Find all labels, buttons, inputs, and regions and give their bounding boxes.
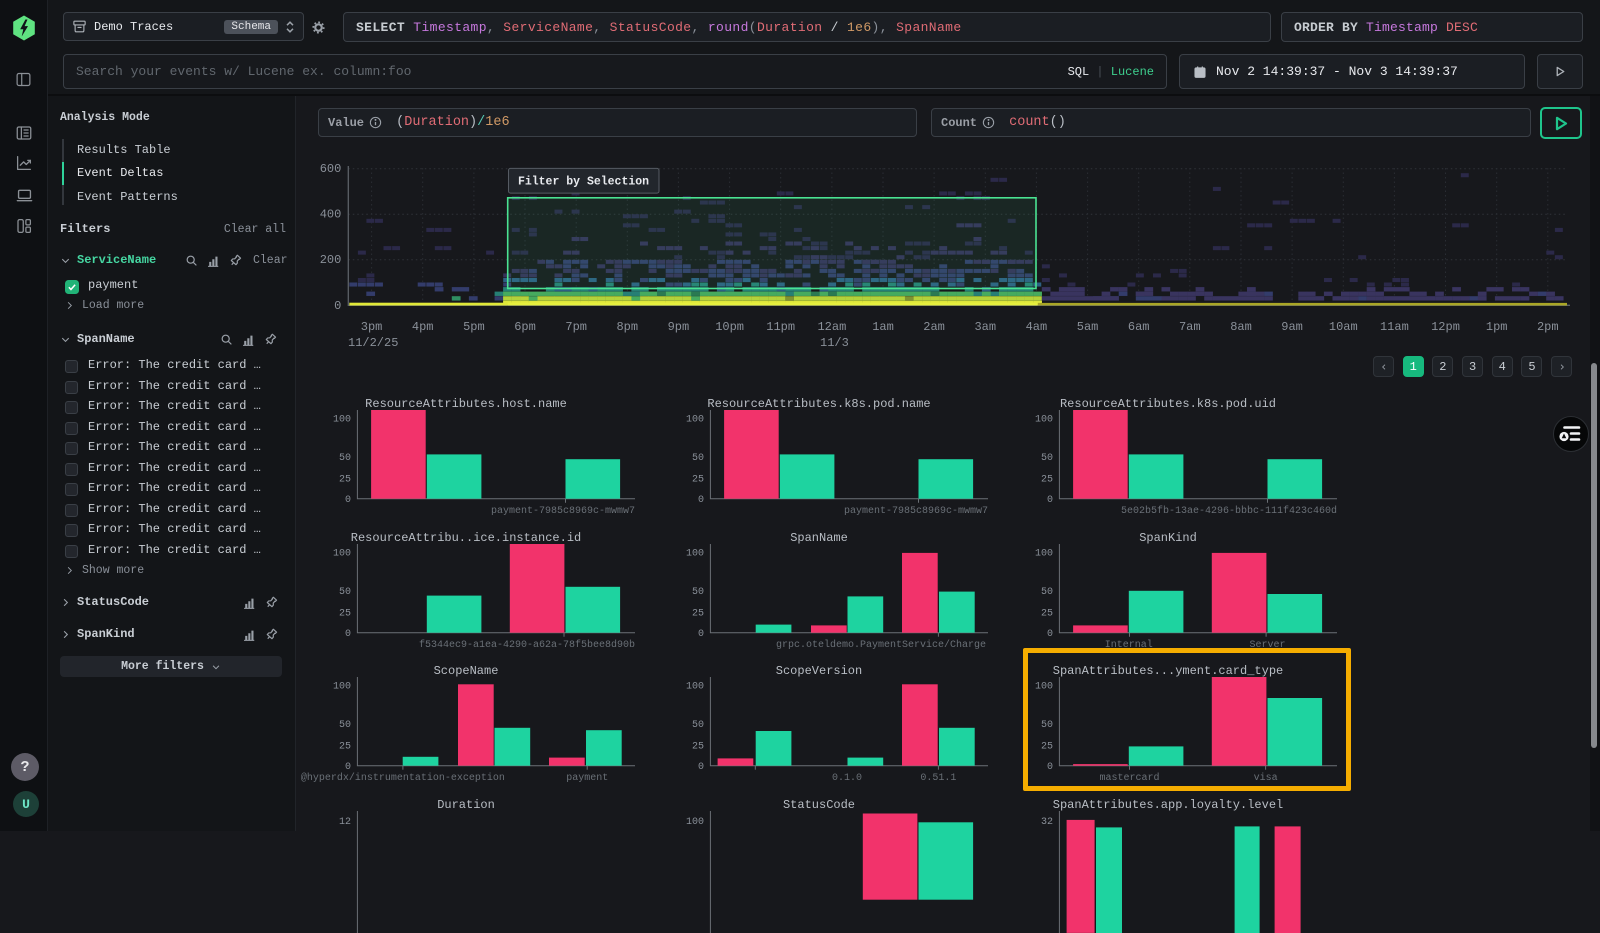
svg-text:8am: 8am xyxy=(1230,320,1252,334)
svg-text:12: 12 xyxy=(339,817,351,828)
svg-text:2pm: 2pm xyxy=(1537,320,1559,334)
svg-text:100: 100 xyxy=(686,682,704,693)
svg-text:11/2/25: 11/2/25 xyxy=(348,336,398,350)
svg-text:5am: 5am xyxy=(1077,320,1099,334)
svg-text:3pm: 3pm xyxy=(361,320,383,334)
svg-text:0: 0 xyxy=(345,763,351,774)
svg-text:ResourceAttributes.k8s.pod.nam: ResourceAttributes.k8s.pod.name xyxy=(707,397,930,411)
svg-text:ScopeName: ScopeName xyxy=(434,664,499,678)
svg-text:100: 100 xyxy=(333,682,351,693)
svg-text:payment-7985c8969c-mwmw7: payment-7985c8969c-mwmw7 xyxy=(844,506,988,517)
svg-text:5pm: 5pm xyxy=(463,320,485,334)
svg-text:11pm: 11pm xyxy=(766,320,795,334)
svg-text:4am: 4am xyxy=(1026,320,1048,334)
svg-text:0: 0 xyxy=(1047,495,1053,506)
svg-text:0: 0 xyxy=(698,763,704,774)
svg-text:0: 0 xyxy=(345,495,351,506)
svg-text:400: 400 xyxy=(320,208,342,222)
svg-text:7pm: 7pm xyxy=(565,320,587,334)
svg-text:12am: 12am xyxy=(817,320,846,334)
svg-text:6pm: 6pm xyxy=(514,320,536,334)
svg-text:25: 25 xyxy=(339,608,351,619)
svg-text:50: 50 xyxy=(692,720,704,731)
svg-text:9am: 9am xyxy=(1281,320,1303,334)
svg-text:50: 50 xyxy=(692,587,704,598)
svg-text:8pm: 8pm xyxy=(616,320,638,334)
svg-text:Filter by Selection: Filter by Selection xyxy=(518,176,649,189)
svg-text:12pm: 12pm xyxy=(1431,320,1460,334)
svg-text:0: 0 xyxy=(345,629,351,640)
svg-text:25: 25 xyxy=(692,742,704,753)
svg-text:1pm: 1pm xyxy=(1486,320,1508,334)
svg-text:payment-7985c8969c-mwmw7: payment-7985c8969c-mwmw7 xyxy=(491,506,635,517)
svg-text:Duration: Duration xyxy=(437,798,495,812)
svg-text:ScopeVersion: ScopeVersion xyxy=(776,664,862,678)
svg-text:10pm: 10pm xyxy=(715,320,744,334)
svg-text:SpanKind: SpanKind xyxy=(1140,531,1198,545)
svg-text:SpanAttributes.app.loyalty.lev: SpanAttributes.app.loyalty.level xyxy=(1053,798,1283,812)
svg-text:0: 0 xyxy=(698,495,704,506)
svg-text:50: 50 xyxy=(692,453,704,464)
svg-text:11am: 11am xyxy=(1380,320,1409,334)
svg-text:50: 50 xyxy=(1041,587,1053,598)
svg-text:7am: 7am xyxy=(1179,320,1201,334)
svg-text:32: 32 xyxy=(1041,817,1053,828)
svg-text:9pm: 9pm xyxy=(668,320,690,334)
svg-text:@hyperdx/instrumentation-excep: @hyperdx/instrumentation-exception xyxy=(301,772,505,784)
svg-text:100: 100 xyxy=(686,817,704,828)
svg-text:11/3: 11/3 xyxy=(820,336,849,350)
svg-text:100: 100 xyxy=(1035,548,1053,559)
svg-text:StatusCode: StatusCode xyxy=(783,798,855,812)
svg-text:3am: 3am xyxy=(974,320,996,334)
svg-text:ResourceAttributes.k8s.pod.uid: ResourceAttributes.k8s.pod.uid xyxy=(1060,397,1276,411)
svg-text:100: 100 xyxy=(333,548,351,559)
svg-text:6am: 6am xyxy=(1128,320,1150,334)
svg-text:0: 0 xyxy=(334,299,341,313)
svg-text:25: 25 xyxy=(692,608,704,619)
svg-text:0: 0 xyxy=(1047,629,1053,640)
svg-text:25: 25 xyxy=(692,474,704,485)
svg-text:50: 50 xyxy=(339,453,351,464)
svg-text:50: 50 xyxy=(339,720,351,731)
svg-text:100: 100 xyxy=(686,548,704,559)
svg-text:50: 50 xyxy=(1041,453,1053,464)
svg-text:0.51.1: 0.51.1 xyxy=(920,773,956,784)
svg-text:5e02b5fb-13ae-4296-bbbc-111f42: 5e02b5fb-13ae-4296-bbbc-111f423c460d xyxy=(1121,505,1337,517)
svg-text:SpanName: SpanName xyxy=(790,531,848,545)
svg-text:25: 25 xyxy=(1041,608,1053,619)
svg-text:payment: payment xyxy=(566,773,608,784)
svg-text:0.1.0: 0.1.0 xyxy=(832,773,862,784)
svg-text:50: 50 xyxy=(339,587,351,598)
svg-text:100: 100 xyxy=(686,415,704,426)
svg-text:10am: 10am xyxy=(1329,320,1358,334)
svg-text:2am: 2am xyxy=(923,320,945,334)
svg-text:ResourceAttribu..ice.instance.: ResourceAttribu..ice.instance.id xyxy=(351,531,581,545)
svg-text:0: 0 xyxy=(698,629,704,640)
svg-text:600: 600 xyxy=(320,162,342,176)
svg-text:25: 25 xyxy=(339,474,351,485)
svg-text:200: 200 xyxy=(320,253,342,267)
svg-text:25: 25 xyxy=(339,742,351,753)
svg-text:1am: 1am xyxy=(872,320,894,334)
svg-text:100: 100 xyxy=(1035,415,1053,426)
svg-text:f5344ec9-a1ea-4290-a62a-78f5be: f5344ec9-a1ea-4290-a62a-78f5bee8d90b xyxy=(419,639,635,651)
svg-text:grpc.oteldemo.PaymentService/C: grpc.oteldemo.PaymentService/Charge xyxy=(776,639,986,651)
svg-text:ResourceAttributes.host.name: ResourceAttributes.host.name xyxy=(365,397,567,411)
svg-text:25: 25 xyxy=(1041,474,1053,485)
svg-text:100: 100 xyxy=(333,415,351,426)
svg-text:4pm: 4pm xyxy=(412,320,434,334)
